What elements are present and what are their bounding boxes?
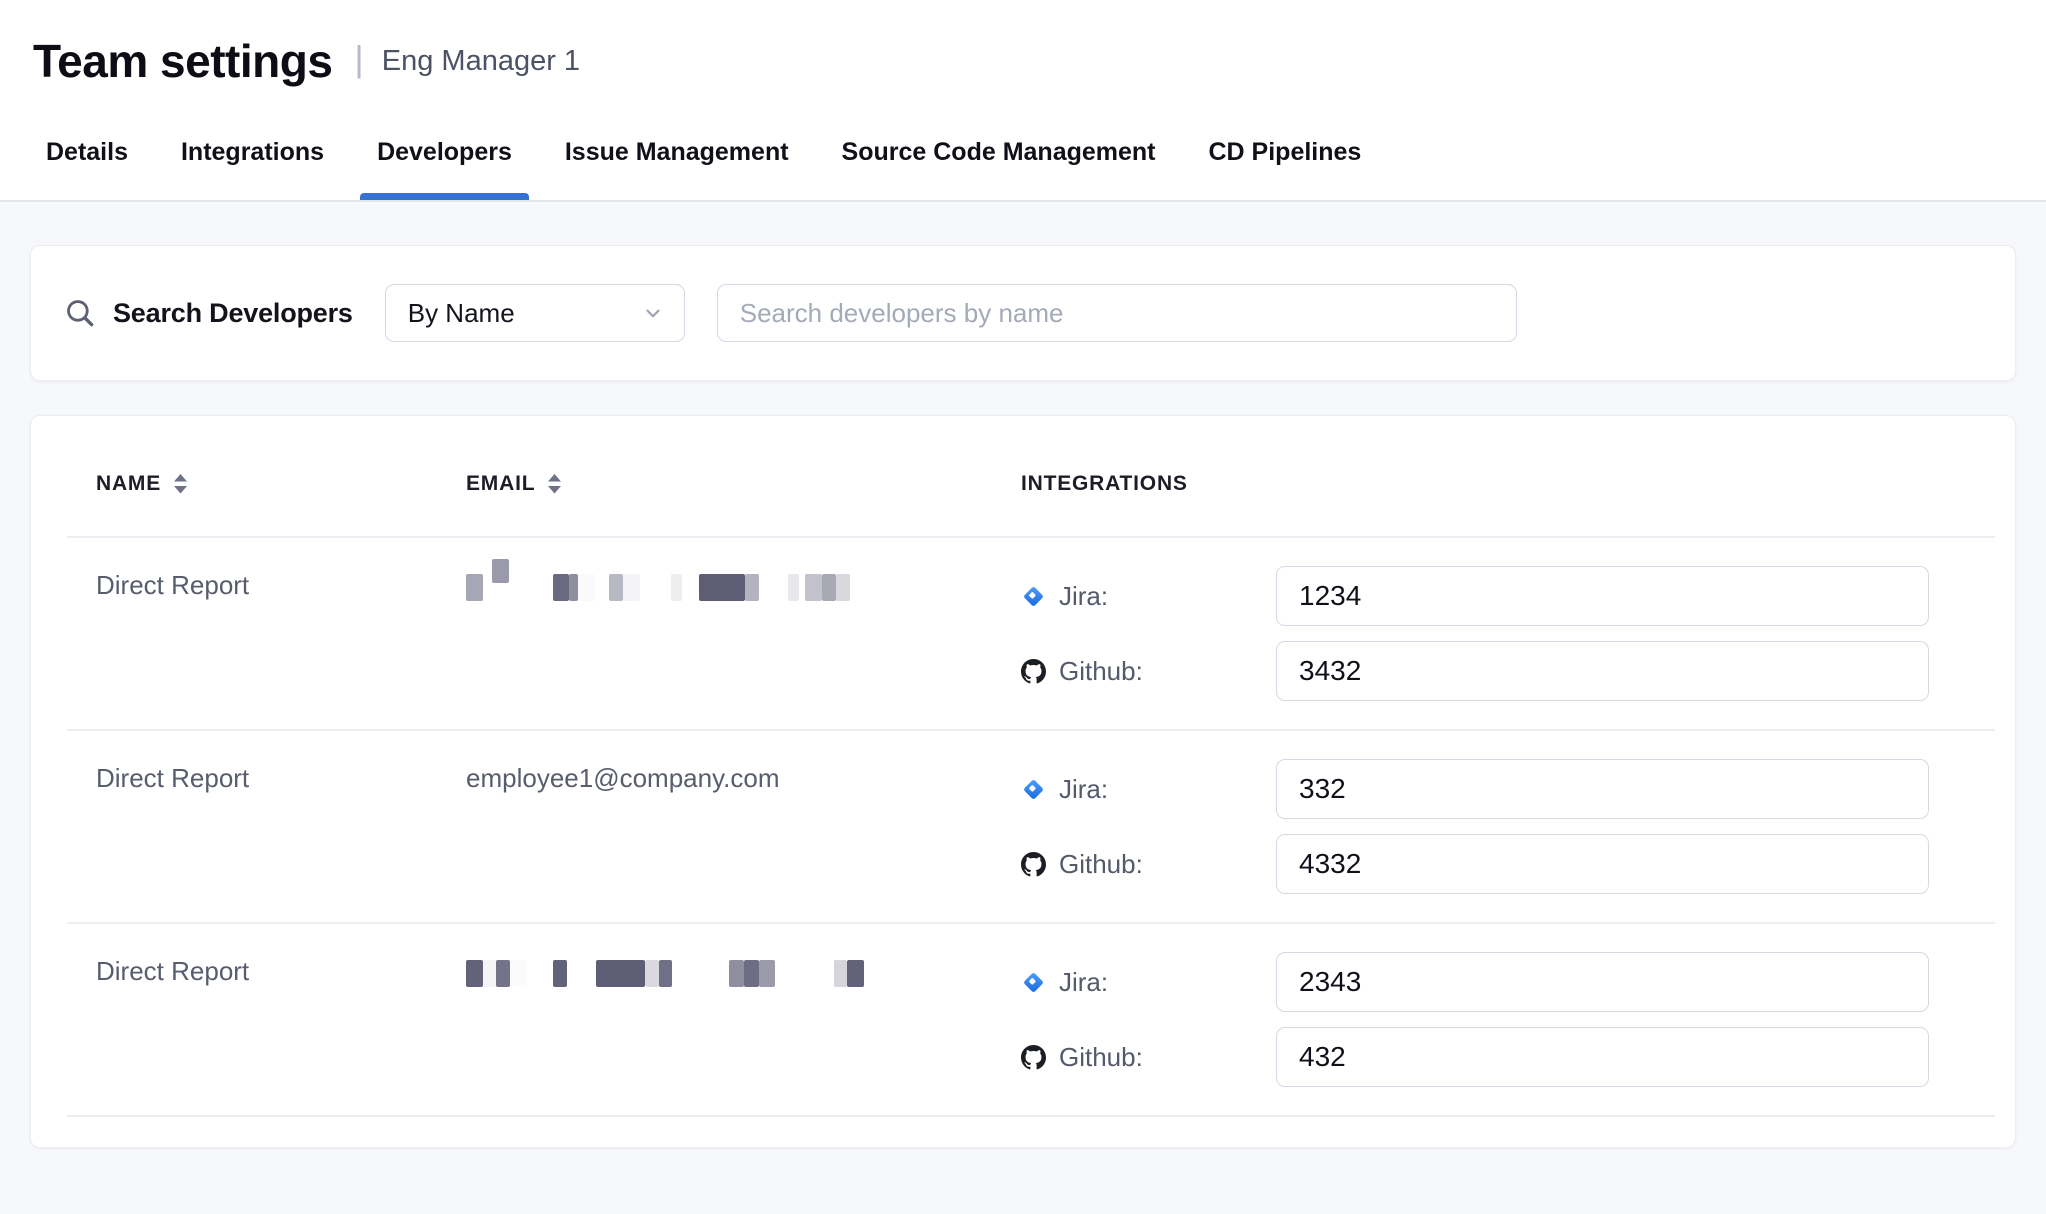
- github-icon: [1021, 659, 1046, 684]
- jira-integration-row: Jira:: [1021, 566, 2015, 626]
- developer-email: [466, 566, 1021, 701]
- jira-label: Jira:: [1059, 581, 1108, 612]
- table-row: Direct Report employee1@company.com Jira…: [31, 731, 2015, 922]
- title-separator: |: [354, 38, 363, 80]
- search-type-select[interactable]: By Name: [385, 284, 685, 342]
- jira-integration-row: Jira:: [1021, 952, 2015, 1012]
- tab-bar: Details Integrations Developers Issue Ma…: [0, 104, 2046, 200]
- column-header-email: EMAIL: [466, 472, 1021, 496]
- tab-integrations[interactable]: Integrations: [181, 104, 324, 200]
- column-label-integrations: INTEGRATIONS: [1021, 472, 1188, 496]
- column-label-email: EMAIL: [466, 472, 535, 496]
- redacted-email: [466, 570, 1021, 604]
- sort-arrows-icon: [547, 473, 562, 495]
- column-label-name: NAME: [96, 472, 161, 496]
- github-label-group: Github:: [1021, 1042, 1276, 1073]
- jira-id-input[interactable]: [1276, 566, 1929, 626]
- table-header-row: NAME EMAIL INTEGRATIONS: [31, 416, 2015, 536]
- page-title: Team settings: [33, 34, 332, 88]
- github-id-input[interactable]: [1276, 641, 1929, 701]
- main-content: Search Developers By Name NAME: [0, 202, 2046, 1148]
- redacted-email: [466, 956, 1021, 990]
- developer-name: Direct Report: [96, 759, 466, 894]
- team-name: Eng Manager 1: [382, 45, 580, 78]
- integrations-cell: Jira: Github:: [1021, 566, 2015, 701]
- search-card: Search Developers By Name: [30, 245, 2016, 381]
- integrations-cell: Jira: Github:: [1021, 759, 2015, 894]
- header: Team settings | Eng Manager 1 Details In…: [0, 0, 2046, 202]
- tab-details[interactable]: Details: [46, 104, 128, 200]
- developer-name: Direct Report: [96, 566, 466, 701]
- jira-integration-row: Jira:: [1021, 759, 2015, 819]
- jira-id-input[interactable]: [1276, 952, 1929, 1012]
- sort-name-button[interactable]: [173, 473, 188, 495]
- jira-label: Jira:: [1059, 774, 1108, 805]
- github-label-group: Github:: [1021, 656, 1276, 687]
- table-row: Direct Report Jira:: [31, 538, 2015, 729]
- github-label-group: Github:: [1021, 849, 1276, 880]
- jira-icon: [1021, 777, 1046, 802]
- search-type-value: By Name: [408, 298, 515, 329]
- jira-label-group: Jira:: [1021, 581, 1276, 612]
- github-icon: [1021, 852, 1046, 877]
- jira-id-input[interactable]: [1276, 759, 1929, 819]
- integrations-cell: Jira: Github:: [1021, 952, 2015, 1087]
- jira-label: Jira:: [1059, 967, 1108, 998]
- table-bottom-divider: [67, 1115, 1995, 1117]
- github-integration-row: Github:: [1021, 834, 2015, 894]
- table-row: Direct Report Jira:: [31, 924, 2015, 1115]
- column-header-name: NAME: [96, 472, 466, 496]
- title-row: Team settings | Eng Manager 1: [0, 0, 2046, 104]
- search-icon: [63, 296, 97, 330]
- jira-label-group: Jira:: [1021, 967, 1276, 998]
- github-icon: [1021, 1045, 1046, 1070]
- github-id-input[interactable]: [1276, 834, 1929, 894]
- sort-arrows-icon: [173, 473, 188, 495]
- github-label: Github:: [1059, 849, 1143, 880]
- jira-label-group: Jira:: [1021, 774, 1276, 805]
- tab-issue-management[interactable]: Issue Management: [565, 104, 789, 200]
- search-input[interactable]: [717, 284, 1517, 342]
- tab-cd-pipelines[interactable]: CD Pipelines: [1209, 104, 1362, 200]
- sort-email-button[interactable]: [547, 473, 562, 495]
- developers-table: NAME EMAIL INTEGRATIONS: [30, 415, 2016, 1148]
- search-label: Search Developers: [113, 298, 353, 329]
- github-label: Github:: [1059, 1042, 1143, 1073]
- column-header-integrations: INTEGRATIONS: [1021, 472, 2015, 496]
- github-label: Github:: [1059, 656, 1143, 687]
- jira-icon: [1021, 970, 1046, 995]
- jira-icon: [1021, 584, 1046, 609]
- chevron-down-icon: [642, 302, 664, 324]
- developer-email: employee1@company.com: [466, 759, 1021, 894]
- tab-developers[interactable]: Developers: [377, 104, 512, 200]
- github-integration-row: Github:: [1021, 1027, 2015, 1087]
- github-integration-row: Github:: [1021, 641, 2015, 701]
- developer-name: Direct Report: [96, 952, 466, 1087]
- developer-email: [466, 952, 1021, 1087]
- tab-source-code-management[interactable]: Source Code Management: [842, 104, 1156, 200]
- github-id-input[interactable]: [1276, 1027, 1929, 1087]
